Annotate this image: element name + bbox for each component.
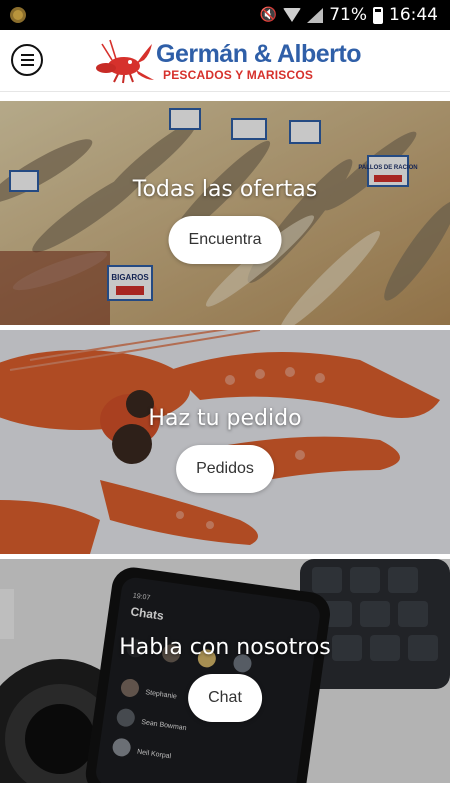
hamburger-menu-icon[interactable] <box>11 44 43 76</box>
status-time: 16:44 <box>389 5 438 25</box>
find-offers-button[interactable]: Encuentra <box>168 216 282 264</box>
brand-logo: Germán & Alberto PESCADOS Y MARISCOS <box>92 38 362 86</box>
battery-icon <box>373 6 383 24</box>
brand-name: Germán & Alberto <box>156 40 362 68</box>
chat-button[interactable]: Chat <box>188 674 262 722</box>
mute-icon: 🔇 <box>259 7 278 23</box>
status-bar: 🔇 71% 16:44 <box>0 0 450 30</box>
battery-percent: 71% <box>329 5 367 25</box>
signal-icon <box>307 7 324 23</box>
offers-card[interactable]: BIGAROS PALLOS DE RACION Todas las ofert… <box>0 101 450 325</box>
orders-button[interactable]: Pedidos <box>176 445 274 493</box>
brand-subtitle: PESCADOS Y MARISCOS <box>163 68 314 82</box>
orders-card[interactable]: Haz tu pedido Pedidos <box>0 330 450 554</box>
card-title-chat: Habla con nosotros <box>119 635 331 660</box>
card-title-orders: Haz tu pedido <box>148 406 302 431</box>
app-header: Germán & Alberto PESCADOS Y MARISCOS <box>0 30 450 92</box>
lobster-logo-icon <box>96 39 154 84</box>
chat-card[interactable]: 19:07 Chats Sean Bowman Stephanie Neil K… <box>0 559 450 783</box>
app-coin-icon <box>10 7 26 23</box>
wifi-icon <box>283 8 302 22</box>
card-title-offers: Todas las ofertas <box>132 177 318 202</box>
